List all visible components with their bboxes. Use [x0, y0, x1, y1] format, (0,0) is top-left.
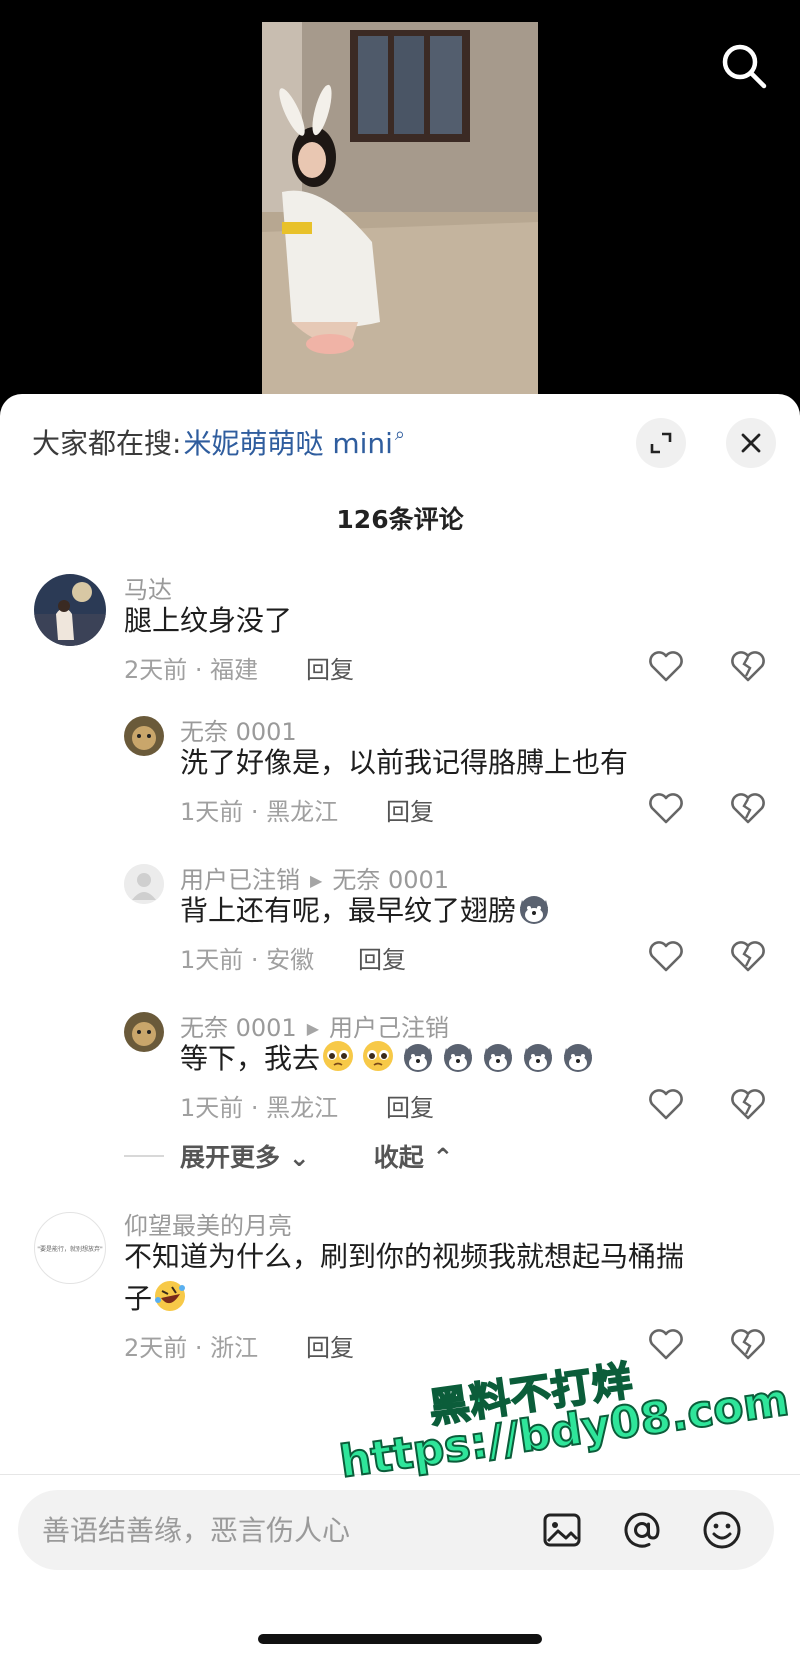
mention-button[interactable]: [620, 1508, 664, 1552]
collapse-label: 收起: [373, 1143, 424, 1172]
like-button[interactable]: [646, 646, 686, 686]
broken-heart-icon: [731, 1089, 765, 1120]
comment-text-line: 子: [124, 1278, 764, 1320]
broken-heart-icon: [731, 793, 765, 824]
like-button[interactable]: [646, 1084, 686, 1124]
video-thumbnail[interactable]: [262, 22, 538, 394]
avatar[interactable]: [34, 574, 106, 646]
comment-text: 洗了好像是，以前我记得胳膊上也有: [180, 746, 629, 779]
comment-text-line: 不知道为什么，刷到你的视频我就想起马桶揣: [124, 1240, 685, 1273]
heart-icon: [649, 793, 683, 824]
comment-text: 不知道为什么，刷到你的视频我就想起马桶揣 子: [124, 1236, 764, 1320]
comment-meta: 1天前 · 安徽: [180, 946, 315, 974]
emoji-button[interactable]: [700, 1508, 744, 1552]
collapse-button[interactable]: 收起 ⌃: [374, 1138, 454, 1174]
smiley-icon: [703, 1511, 741, 1549]
like-button[interactable]: [646, 1324, 686, 1364]
search-icon: [722, 44, 767, 89]
like-button[interactable]: [646, 788, 686, 828]
comment-text-body: 子: [124, 1282, 153, 1315]
dislike-button[interactable]: [728, 936, 768, 976]
comment-text: 等下，我去: [180, 1038, 600, 1080]
husky-emoji: [484, 1044, 513, 1072]
husky-emoji: [564, 1044, 593, 1072]
comment-input-bar: [18, 1490, 774, 1570]
expand-button[interactable]: [636, 418, 686, 468]
video-area: [0, 0, 800, 400]
trending-search-link[interactable]: 米妮萌萌哒 mini: [183, 422, 392, 462]
input-divider: [0, 1474, 800, 1475]
husky-emoji: [444, 1044, 473, 1072]
at-icon: [624, 1512, 660, 1548]
search-hint-icon: ⌕: [394, 423, 406, 445]
broken-heart-icon: [731, 941, 765, 972]
heart-icon: [649, 1329, 683, 1360]
close-button[interactable]: [726, 418, 776, 468]
close-icon: [741, 433, 761, 453]
reply-button[interactable]: 回复: [306, 650, 354, 685]
chevron-up-icon: ⌃: [432, 1143, 454, 1172]
trending-search-row: 大家都在搜: 米妮萌萌哒 mini ⌕: [32, 420, 405, 464]
husky-emoji: [524, 1044, 553, 1072]
dislike-button[interactable]: [728, 1084, 768, 1124]
avatar-text: "要是能行，就别想放弃": [37, 1245, 103, 1253]
husky-emoji: [520, 896, 549, 924]
comment-meta: 1天前 · 黑龙江: [180, 798, 339, 826]
avatar[interactable]: [124, 1012, 164, 1052]
reply-arrow-icon: ▶: [306, 1019, 320, 1038]
dislike-button[interactable]: [728, 646, 768, 686]
dislike-button[interactable]: [728, 1324, 768, 1364]
reply-button[interactable]: 回复: [306, 1328, 354, 1363]
husky-emoji: [404, 1044, 433, 1072]
broken-heart-icon: [731, 1329, 765, 1360]
home-indicator: [258, 1634, 542, 1644]
trending-search-label: 大家都在搜:: [32, 427, 182, 460]
comment-meta: 2天前 · 福建: [124, 656, 259, 684]
chevron-down-icon: ⌄: [288, 1143, 310, 1172]
heart-icon: [649, 1089, 683, 1120]
comment-text-body: 背上还有呢，最早纹了翅膀: [180, 894, 517, 927]
image-icon: [543, 1513, 581, 1547]
reply-button[interactable]: 回复: [358, 940, 406, 975]
reply-arrow-icon: ▶: [310, 871, 323, 890]
expand-more-label: 展开更多: [180, 1143, 281, 1172]
comment-meta: 1天前 · 黑龙江: [180, 1094, 339, 1122]
broken-heart-icon: [731, 651, 765, 682]
comment-count: 126条评论: [336, 505, 464, 534]
comment-meta: 2天前 · 浙江: [124, 1334, 259, 1362]
comment-text-body: 等下，我去: [180, 1042, 321, 1075]
comment-text: 背上还有呢，最早纹了翅膀: [180, 890, 556, 932]
reply-button[interactable]: 回复: [386, 1088, 434, 1123]
expand-icon: [650, 432, 672, 454]
image-button[interactable]: [540, 1508, 584, 1552]
pleading-face-emoji: [363, 1041, 394, 1071]
divider: [124, 1155, 164, 1157]
search-button[interactable]: [716, 38, 772, 94]
avatar[interactable]: "要是能行，就别想放弃": [34, 1212, 106, 1284]
like-button[interactable]: [646, 936, 686, 976]
comment-text: 腿上纹身没了: [124, 604, 293, 637]
comment-sheet: 大家都在搜: 米妮萌萌哒 mini ⌕ 126条评论 马达 腿上纹身没了 2天前…: [0, 394, 800, 1656]
comment-input[interactable]: [42, 1490, 502, 1570]
rofl-emoji: [155, 1281, 186, 1311]
dislike-button[interactable]: [728, 788, 768, 828]
pleading-face-emoji: [323, 1041, 354, 1071]
avatar[interactable]: [124, 716, 164, 756]
thread-controls: 展开更多 ⌄ 收起 ⌃: [124, 1136, 453, 1176]
heart-icon: [649, 941, 683, 972]
heart-icon: [649, 651, 683, 682]
reply-button[interactable]: 回复: [386, 792, 434, 827]
expand-more-button[interactable]: 展开更多 ⌄: [180, 1138, 310, 1174]
avatar[interactable]: [124, 864, 164, 904]
